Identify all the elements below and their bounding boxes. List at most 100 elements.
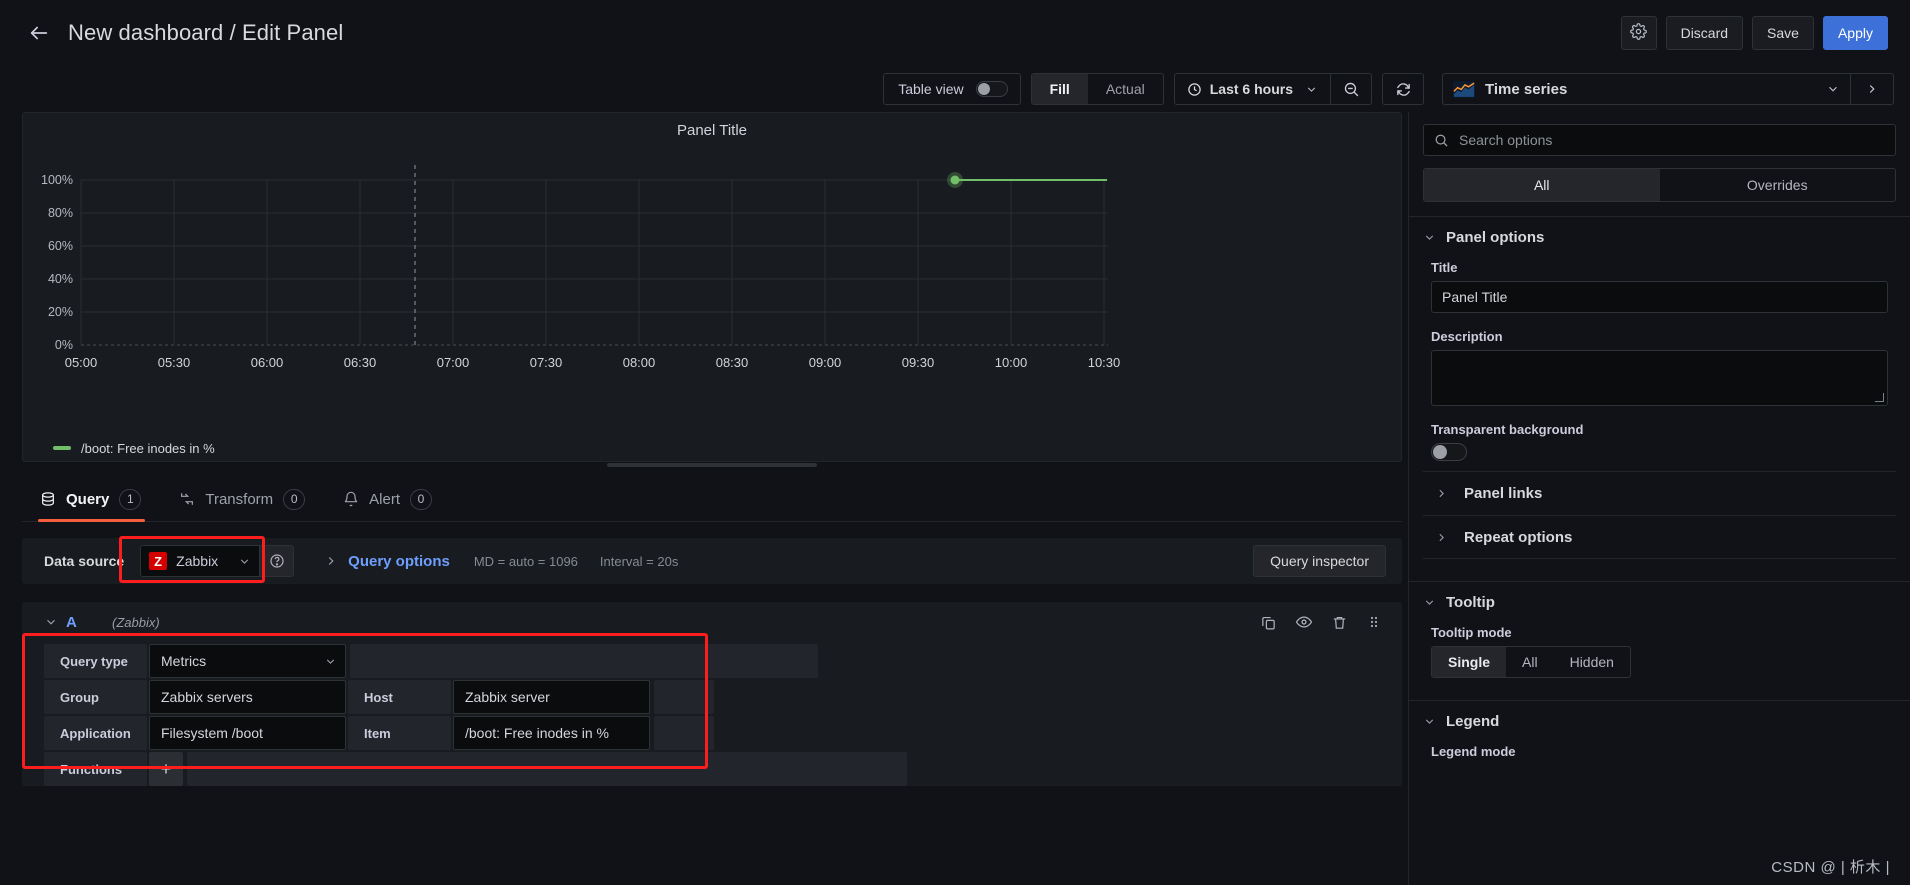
host-value: Zabbix server <box>465 689 550 705</box>
visualization-select[interactable]: Time series <box>1442 73 1850 105</box>
query-type-row: Query type Metrics <box>44 644 1402 678</box>
time-range-picker[interactable]: Last 6 hours <box>1175 74 1331 104</box>
legend-color-swatch <box>53 446 71 450</box>
chevron-right-icon <box>1865 82 1879 96</box>
application-input[interactable]: Filesystem /boot <box>149 716 346 750</box>
back-arrow-icon[interactable] <box>24 18 54 48</box>
section-tooltip-header[interactable]: Tooltip <box>1423 594 1896 611</box>
search-options-input[interactable] <box>1459 132 1885 148</box>
table-view-label: Table view <box>898 81 964 97</box>
tab-transform-badge: 0 <box>283 488 306 510</box>
search-options-box[interactable] <box>1423 124 1896 156</box>
database-icon <box>40 491 56 507</box>
query-a-collapse-icon[interactable] <box>44 615 66 629</box>
section-legend: Legend Legend mode <box>1409 700 1910 775</box>
fill-option[interactable]: Fill <box>1031 74 1088 104</box>
group-input[interactable]: Zabbix servers <box>149 680 346 714</box>
visualization-name: Time series <box>1485 80 1568 98</box>
host-input[interactable]: Zabbix server <box>453 680 650 714</box>
eye-icon[interactable] <box>1295 613 1313 631</box>
query-a-card: A (Zabbix) Query type Metrics Group Zabb… <box>22 602 1402 786</box>
section-legend-title: Legend <box>1446 713 1500 730</box>
tab-query[interactable]: Query 1 <box>22 477 161 522</box>
zoom-out-icon[interactable] <box>1331 74 1371 104</box>
tab-alert[interactable]: Alert 0 <box>325 477 452 521</box>
query-a-form: Query type Metrics Group Zabbix servers … <box>22 642 1402 786</box>
query-editor-area: Data source Z Zabbix Query options MD = … <box>22 522 1402 885</box>
query-tab-bar: Query 1 Transform 0 Alert 0 <box>22 476 1402 522</box>
group-label: Group <box>44 680 147 714</box>
svg-text:60%: 60% <box>48 239 73 253</box>
tab-alert-badge: 0 <box>410 488 432 510</box>
panel-resize-handle[interactable] <box>607 463 817 467</box>
visualization-toggle-button[interactable] <box>1850 73 1894 105</box>
svg-text:05:00: 05:00 <box>65 355 98 370</box>
functions-row-filler <box>187 752 907 786</box>
svg-text:06:00: 06:00 <box>251 355 284 370</box>
tab-transform[interactable]: Transform 0 <box>161 477 325 521</box>
gear-icon <box>1630 23 1647 43</box>
query-options-chevron-icon[interactable] <box>324 554 338 568</box>
tab-overrides[interactable]: Overrides <box>1660 169 1896 201</box>
sub-item-panel-links[interactable]: Panel links <box>1423 471 1896 515</box>
trash-icon[interactable] <box>1331 614 1348 631</box>
transparent-background-label: Transparent background <box>1431 422 1584 437</box>
section-tooltip: Tooltip Tooltip mode Single All Hidden <box>1409 581 1910 688</box>
datasource-picker[interactable]: Z Zabbix <box>140 545 261 577</box>
table-view-group: Table view <box>883 73 1021 105</box>
panel-preview-title: Panel Title <box>676 121 748 139</box>
transparent-background-toggle[interactable] <box>1431 443 1467 461</box>
max-data-points-text: MD = auto = 1096 <box>473 553 578 569</box>
options-scroll-area[interactable]: Panel options Title Panel Title Descript… <box>1409 202 1910 885</box>
query-type-row-filler <box>350 644 818 678</box>
fill-actual-group: Fill Actual <box>1030 73 1164 105</box>
query-type-select[interactable]: Metrics <box>149 644 346 678</box>
svg-text:10:00: 10:00 <box>995 355 1028 370</box>
item-input[interactable]: /boot: Free inodes in % <box>453 716 650 750</box>
group-value: Zabbix servers <box>161 689 253 705</box>
panel-description-textarea[interactable] <box>1431 350 1888 406</box>
query-inspector-button[interactable]: Query inspector <box>1253 545 1386 577</box>
discard-button[interactable]: Discard <box>1665 16 1744 50</box>
save-button[interactable]: Save <box>1752 16 1814 50</box>
query-options-link[interactable]: Query options <box>348 553 450 570</box>
section-legend-header[interactable]: Legend <box>1423 713 1896 730</box>
query-a-actions <box>1260 613 1392 631</box>
table-view-switch[interactable] <box>975 81 1008 97</box>
add-function-button[interactable]: + <box>149 752 183 786</box>
tooltip-mode-single[interactable]: Single <box>1432 647 1507 677</box>
legend-series-label: /boot: Free inodes in % <box>81 440 215 456</box>
interval-text: Interval = 20s <box>599 553 679 569</box>
tab-query-label: Query <box>66 490 110 508</box>
tab-all[interactable]: All <box>1424 169 1660 201</box>
panel-title-input[interactable]: Panel Title <box>1431 281 1888 313</box>
chart-area[interactable]: 100% 80% 60% 40% 20% 0% 05:00 05:30 06:0… <box>23 147 1401 435</box>
chevron-right-icon <box>1435 531 1448 544</box>
sub-item-repeat-options[interactable]: Repeat options <box>1423 515 1896 559</box>
table-view-toggle[interactable]: Table view <box>884 74 1019 104</box>
tooltip-mode-hidden[interactable]: Hidden <box>1554 647 1630 677</box>
dashboard-settings-button[interactable] <box>1620 16 1657 50</box>
apply-button[interactable]: Apply <box>1822 16 1888 50</box>
actual-option[interactable]: Actual <box>1088 74 1163 104</box>
options-tab-bar: All Overrides <box>1423 168 1896 202</box>
copy-icon[interactable] <box>1260 614 1277 631</box>
datasource-help-button[interactable] <box>260 545 295 577</box>
query-type-label: Query type <box>44 644 147 678</box>
section-panel-options-header[interactable]: Panel options <box>1423 229 1896 246</box>
section-panel-options-title: Panel options <box>1446 229 1545 246</box>
section-tooltip-title: Tooltip <box>1446 594 1495 611</box>
chevron-down-icon <box>324 655 337 668</box>
tooltip-mode-radio-group: Single All Hidden <box>1431 646 1631 678</box>
clock-icon <box>1187 82 1202 97</box>
refresh-button[interactable] <box>1382 73 1424 105</box>
datasource-row: Data source Z Zabbix Query options MD = … <box>22 536 1402 584</box>
tooltip-mode-all[interactable]: All <box>1506 647 1554 677</box>
drag-handle-icon[interactable] <box>1366 614 1382 630</box>
svg-text:10:30: 10:30 <box>1088 355 1121 370</box>
tab-alert-label: Alert <box>369 490 400 508</box>
page-title: New dashboard / Edit Panel <box>68 20 344 45</box>
query-a-letter[interactable]: A <box>66 614 112 631</box>
chart-legend[interactable]: /boot: Free inodes in % <box>23 435 1401 461</box>
svg-text:05:30: 05:30 <box>158 355 191 370</box>
